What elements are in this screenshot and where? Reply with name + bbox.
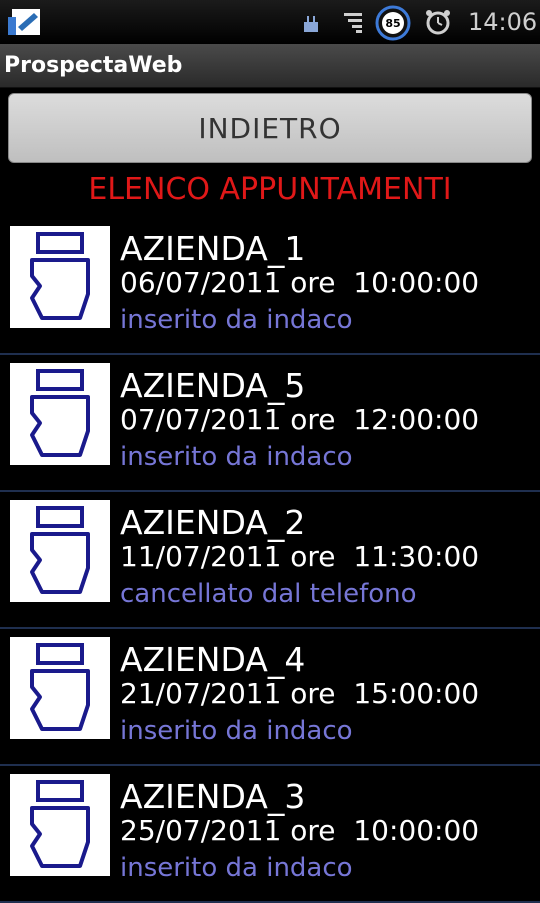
alarm-icon xyxy=(424,8,452,36)
document-icon xyxy=(10,226,110,328)
list-item[interactable]: AZIENDA_4 21/07/2011 ore 15:00:00 inseri… xyxy=(0,629,540,766)
item-datetime: 11/07/2011 ore 11:30:00 xyxy=(120,540,480,573)
battery-icon: 85 xyxy=(374,4,412,42)
status-bar: 85 14:06 xyxy=(0,0,540,44)
item-datetime: 25/07/2011 ore 10:00:00 xyxy=(120,814,480,847)
item-status: inserito da indaco xyxy=(120,853,353,883)
item-datetime: 06/07/2011 ore 10:00:00 xyxy=(120,266,480,299)
item-status: inserito da indaco xyxy=(120,442,353,472)
document-icon xyxy=(10,637,110,739)
battery-level: 85 xyxy=(385,17,400,30)
item-company: AZIENDA_2 xyxy=(120,503,306,542)
appointment-list: AZIENDA_1 06/07/2011 ore 10:00:00 inseri… xyxy=(0,218,540,903)
document-icon xyxy=(10,774,110,876)
back-button[interactable]: INDIETRO xyxy=(8,93,532,163)
app-icon xyxy=(4,5,48,39)
usb-icon xyxy=(300,12,322,34)
signal-icon xyxy=(342,10,364,34)
list-item[interactable]: AZIENDA_1 06/07/2011 ore 10:00:00 inseri… xyxy=(0,218,540,355)
list-item[interactable]: AZIENDA_3 25/07/2011 ore 10:00:00 inseri… xyxy=(0,766,540,903)
item-company: AZIENDA_1 xyxy=(120,229,306,268)
item-status: inserito da indaco xyxy=(120,716,353,746)
item-datetime: 21/07/2011 ore 15:00:00 xyxy=(120,677,480,710)
document-icon xyxy=(10,500,110,602)
item-status: inserito da indaco xyxy=(120,305,353,335)
item-company: AZIENDA_3 xyxy=(120,777,306,816)
app-title: ProspectaWeb xyxy=(4,53,183,78)
title-bar: ProspectaWeb xyxy=(0,44,540,88)
item-datetime: 07/07/2011 ore 12:00:00 xyxy=(120,403,480,436)
item-status: cancellato dal telefono xyxy=(120,579,417,609)
status-clock: 14:06 xyxy=(468,8,538,36)
list-item[interactable]: AZIENDA_2 11/07/2011 ore 11:30:00 cancel… xyxy=(0,492,540,629)
document-icon xyxy=(10,363,110,465)
list-item[interactable]: AZIENDA_5 07/07/2011 ore 12:00:00 inseri… xyxy=(0,355,540,492)
item-company: AZIENDA_5 xyxy=(120,366,306,405)
list-heading: ELENCO APPUNTAMENTI xyxy=(88,172,452,207)
item-company: AZIENDA_4 xyxy=(120,640,306,679)
